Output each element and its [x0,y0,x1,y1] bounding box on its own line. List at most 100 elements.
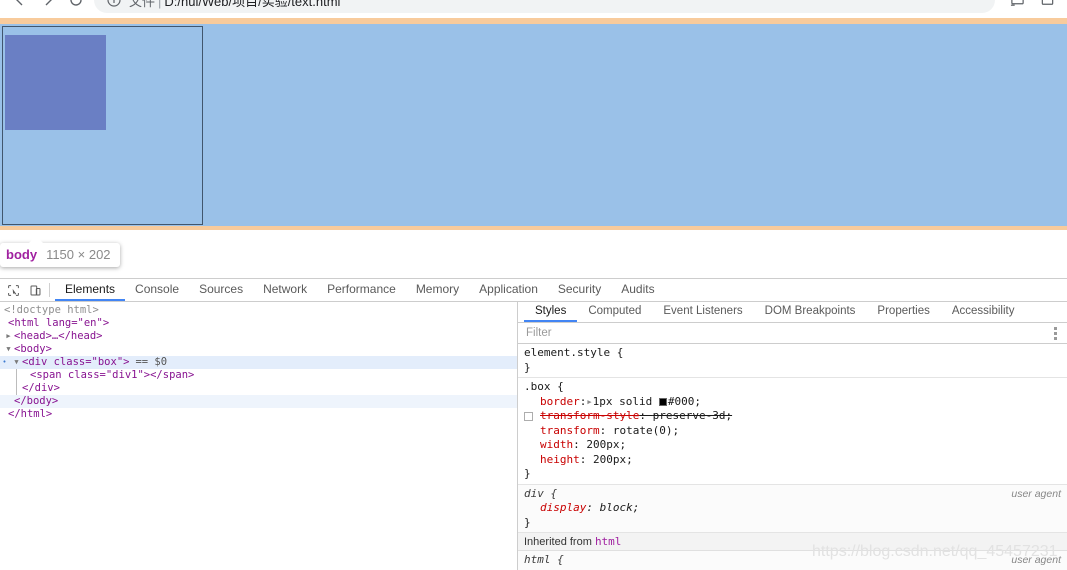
rule-close-line: } [518,361,1067,376]
dom-node-body-close[interactable]: </body> [0,395,517,408]
css-rule-box: .box { border:▶1px solid #000; transform… [518,378,1067,485]
back-arrow-icon[interactable] [6,0,34,14]
dom-node-div-close[interactable]: </div> [0,382,517,395]
tab-event-listeners[interactable]: Event Listeners [652,302,753,322]
more-options-icon[interactable] [1047,325,1063,341]
expand-shorthand-icon[interactable]: ▶ [587,395,591,410]
css-rule-div-ua: div { user agent display: block; } [518,484,1067,533]
page-info-icon[interactable] [106,0,122,8]
styles-filter-input[interactable] [526,327,1047,339]
declaration-toggle-checkbox[interactable] [524,412,533,421]
rule-selector-text: element.style { [524,346,624,359]
head-text: <head>…</head> [14,330,103,342]
inspector-tooltip: body 1150 × 202 [0,236,120,267]
dom-node-html-close[interactable]: </html> [0,408,517,421]
tab-accessibility[interactable]: Accessibility [941,302,1026,322]
color-value[interactable]: #000 [668,395,695,408]
tab-security[interactable]: Security [548,279,611,301]
inherited-from-header: Inherited from html [518,533,1067,551]
extensions-icon[interactable] [1033,0,1061,14]
property-value[interactable]: 1px solid [593,395,653,408]
tab-audits[interactable]: Audits [611,279,664,301]
doctype-text: <!doctype html> [4,304,99,316]
tab-console[interactable]: Console [125,279,189,301]
declaration-display[interactable]: display: block; [518,501,1067,516]
dom-node-div-selected[interactable]: • ▼ <div class="box"> == $0 [0,356,517,369]
declaration-height[interactable]: height: 200px; [518,453,1067,468]
cast-icon[interactable] [1003,0,1031,14]
tab-performance[interactable]: Performance [317,279,406,301]
rule-selector-line[interactable]: html { user agent [518,553,1067,568]
rule-close-line: } [518,516,1067,531]
dom-node-html-open[interactable]: <html lang="en"> [0,317,517,330]
chevron-right-icon[interactable]: ▶ [4,330,13,343]
url-separator: | [158,0,162,9]
inherited-tag-name[interactable]: html [595,535,622,548]
div-close-text: </div> [22,382,60,394]
forward-arrow-icon[interactable] [34,0,62,14]
property-name[interactable]: width [540,438,573,451]
toggle-device-toolbar-icon[interactable] [24,279,46,301]
div-box-element[interactable] [2,26,203,225]
tab-properties[interactable]: Properties [866,302,940,322]
property-name[interactable]: display [540,501,586,514]
inspect-element-icon[interactable] [2,279,24,301]
tab-memory[interactable]: Memory [406,279,469,301]
styles-pane: Styles Computed Event Listeners DOM Brea… [518,302,1067,570]
rule-selector-text: .box { [524,380,564,393]
property-value[interactable]: preserve-3d; [653,409,732,422]
css-rule-html-ua: html { user agent color: -internal-root-… [518,551,1067,570]
rule-close-line: } [518,467,1067,482]
dom-node-head[interactable]: ▶ <head>…</head> [0,330,517,343]
declaration-border[interactable]: border:▶1px solid #000; [518,395,1067,410]
span-div1-element[interactable] [5,35,106,130]
property-name[interactable]: transform-style [540,409,639,422]
tab-sources[interactable]: Sources [189,279,253,301]
address-bar-text: 文件 | D:/hui/Web/项目/实验/text.html [129,0,340,10]
chevron-down-icon[interactable]: ▼ [12,356,21,369]
property-name[interactable]: height [540,453,580,466]
tab-elements[interactable]: Elements [55,279,126,301]
tab-network[interactable]: Network [253,279,317,301]
property-value[interactable]: block; [600,501,640,514]
rule-selector-line[interactable]: div { user agent [518,487,1067,502]
property-value[interactable]: rotate(0); [613,424,679,437]
tooltip-tag-name: body [6,247,38,262]
styles-tabbar: Styles Computed Event Listeners DOM Brea… [518,302,1067,323]
browser-window: 文件 | D:/hui/Web/项目/实验/text.html body 1150 … [0,0,1067,570]
property-name[interactable]: transform [540,424,600,437]
declaration-transform-style[interactable]: transform-style: preserve-3d; [518,409,1067,424]
dom-node-span[interactable]: <span class="div1"></span> [0,369,517,382]
body-close-text: </body> [14,395,59,407]
dom-node-body-open[interactable]: ▼ <body> [0,343,517,356]
devtools-body: <!doctype html> <html lang="en"> ▶ <head… [0,302,1067,570]
reload-icon[interactable] [62,0,90,14]
devtools-tabbar: Elements Console Sources Network Perform… [0,279,1067,302]
selected-node-ref: == $0 [135,356,168,368]
styles-filter-row [518,323,1067,344]
html-close-text: </html> [8,408,53,420]
chevron-down-icon[interactable]: ▼ [4,343,13,356]
dom-node-doctype[interactable]: <!doctype html> [0,304,517,317]
rule-selector-line[interactable]: .box { [518,380,1067,395]
declaration-transform[interactable]: transform: rotate(0); [518,424,1067,439]
rule-origin-label: user agent [1011,554,1061,566]
rule-selector-line[interactable]: element.style { [518,346,1067,361]
toolbar-divider [49,283,50,297]
tab-styles[interactable]: Styles [524,302,578,322]
rule-origin-label: user agent [1011,487,1061,500]
rule-selector-text: div { [524,486,558,500]
property-value[interactable]: 200px; [586,438,626,451]
property-name[interactable]: border [540,395,580,408]
property-value[interactable]: 200px; [593,453,633,466]
color-swatch[interactable] [658,397,667,406]
url-path: D:/hui/Web/项目/实验/text.html [164,0,341,9]
inherited-label: Inherited from [524,536,592,548]
address-bar[interactable]: 文件 | D:/hui/Web/项目/实验/text.html [94,0,995,13]
rule-selector-text: html { [524,553,564,566]
tab-computed[interactable]: Computed [577,302,652,322]
tab-dom-breakpoints[interactable]: DOM Breakpoints [754,302,867,322]
body-open-text: <body> [14,343,52,355]
tab-application[interactable]: Application [469,279,548,301]
declaration-width[interactable]: width: 200px; [518,438,1067,453]
